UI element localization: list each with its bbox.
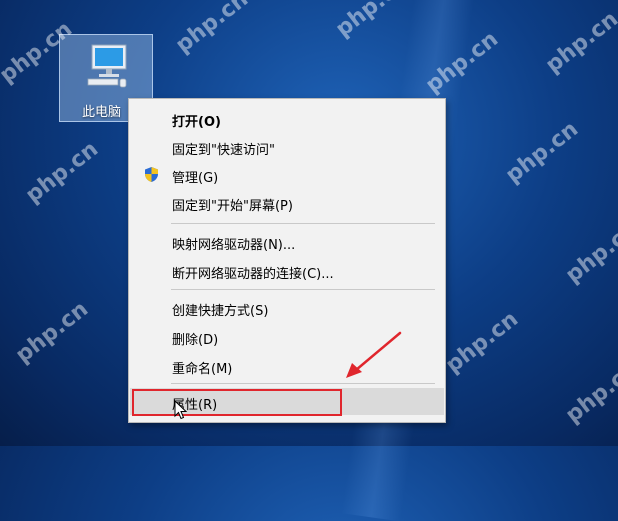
menu-separator xyxy=(171,223,435,224)
this-pc-label: 此电脑 xyxy=(82,105,122,120)
menu-separator xyxy=(171,289,435,290)
menu-item-label: 断开网络驱动器的连接(C)... xyxy=(172,267,334,282)
menu-item-label: 管理(G) xyxy=(172,171,219,186)
menu-item-manage[interactable]: 管理(G) xyxy=(130,161,444,188)
menu-item-label: 固定到"开始"屏幕(P) xyxy=(172,199,293,214)
mouse-cursor-icon xyxy=(174,400,188,420)
watermark: php.cn xyxy=(561,356,618,429)
menu-item-map-network-drive[interactable]: 映射网络驱动器(N)... xyxy=(130,228,444,255)
menu-item-open[interactable]: 打开(O) xyxy=(130,105,444,132)
watermark: php.cn xyxy=(171,0,253,59)
menu-item-properties[interactable]: 属性(R) xyxy=(130,388,444,420)
menu-item-delete[interactable]: 删除(D) xyxy=(130,323,444,350)
menu-item-disconnect-network-drive[interactable]: 断开网络驱动器的连接(C)... xyxy=(130,257,444,284)
watermark: php.cn xyxy=(561,216,618,289)
watermark: php.cn xyxy=(331,0,413,43)
watermark: php.cn xyxy=(441,306,523,379)
menu-item-label: 映射网络驱动器(N)... xyxy=(172,238,296,253)
annotation-highlight-box xyxy=(132,389,342,416)
menu-item-label: 重命名(M) xyxy=(172,362,233,377)
watermark: php.cn xyxy=(541,6,618,79)
menu-item-label: 创建快捷方式(S) xyxy=(172,304,269,319)
uac-shield-icon xyxy=(145,167,158,182)
watermark: php.cn xyxy=(21,136,103,209)
menu-item-create-shortcut[interactable]: 创建快捷方式(S) xyxy=(130,294,444,321)
watermark: php.cn xyxy=(11,296,93,369)
watermark: php.cn xyxy=(501,116,583,189)
menu-item-rename[interactable]: 重命名(M) xyxy=(130,352,444,379)
computer-icon xyxy=(87,44,127,88)
menu-separator xyxy=(171,383,435,384)
menu-item-label: 打开(O) xyxy=(172,115,221,130)
menu-item-pin-start[interactable]: 固定到"开始"屏幕(P) xyxy=(130,189,444,216)
menu-item-label: 删除(D) xyxy=(172,333,219,348)
menu-item-pin-quick-access[interactable]: 固定到"快速访问" xyxy=(130,133,444,160)
context-menu: 打开(O) 固定到"快速访问" 管理(G) 固定到"开始"屏幕(P) 映射网络驱… xyxy=(128,98,446,423)
menu-item-label: 固定到"快速访问" xyxy=(172,143,275,158)
